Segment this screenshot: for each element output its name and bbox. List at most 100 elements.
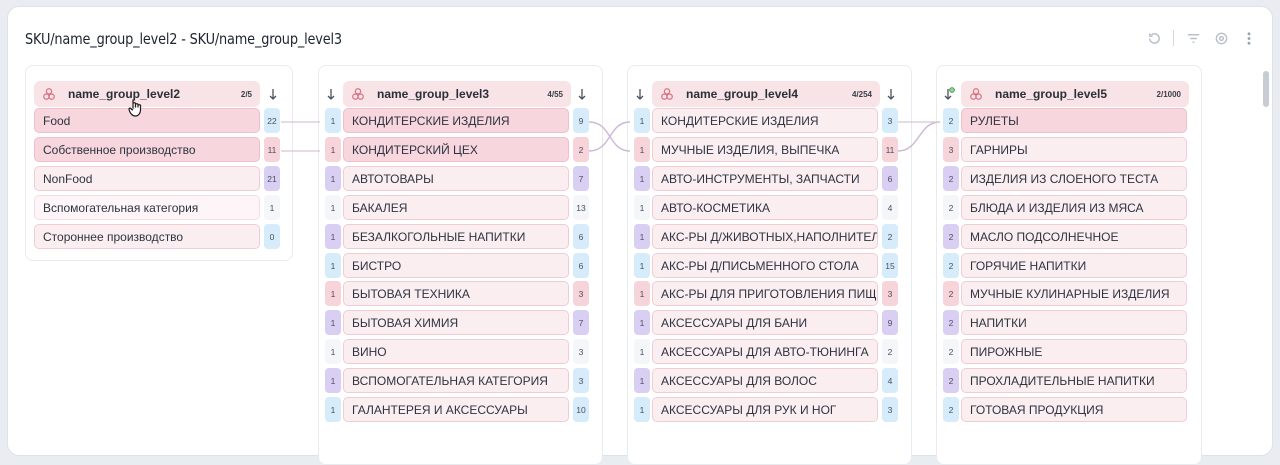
row-left-count: 1 bbox=[634, 310, 650, 335]
category-row[interactable]: ИЗДЕЛИЯ ИЗ СЛОЕНОГО ТЕСТА bbox=[961, 166, 1187, 191]
category-row[interactable]: АКСЕССУАРЫ ДЛЯ РУК И НОГ bbox=[652, 397, 878, 422]
category-row[interactable]: МУЧНЫЕ КУЛИНАРНЫЕ ИЗДЕЛИЯ bbox=[961, 281, 1187, 306]
category-row[interactable]: АКС-РЫ Д/ПИСЬМЕННОГО СТОЛА bbox=[652, 253, 878, 278]
category-label: АКСЕССУАРЫ ДЛЯ БАНИ bbox=[661, 315, 808, 330]
sort-left-icon[interactable] bbox=[941, 81, 957, 107]
category-label: АВТОТОВАРЫ bbox=[352, 171, 434, 186]
category-row[interactable]: КОНДИТЕРСКИЕ ИЗДЕЛИЯ bbox=[343, 108, 569, 133]
category-label: КОНДИТЕРСКИЕ ИЗДЕЛИЯ bbox=[352, 113, 510, 128]
category-row[interactable]: АВТОТОВАРЫ bbox=[343, 166, 569, 191]
column-header-count: 4/55 bbox=[547, 90, 563, 99]
category-row[interactable]: РУЛЕТЫ bbox=[961, 108, 1187, 133]
settings-icon[interactable] bbox=[1212, 29, 1230, 47]
category-label: БЛЮДА И ИЗДЕЛИЯ ИЗ МЯСА bbox=[970, 200, 1144, 215]
row-left-count: 1 bbox=[325, 166, 341, 191]
hierarchy-icon bbox=[969, 87, 983, 101]
row-count-badge: 13 bbox=[573, 195, 589, 220]
row-count-badge: 22 bbox=[264, 108, 280, 133]
vertical-scrollbar[interactable] bbox=[1263, 71, 1269, 107]
row-left-count: 2 bbox=[943, 195, 959, 220]
sort-right-icon[interactable] bbox=[883, 81, 899, 107]
row-count-badge: 3 bbox=[882, 281, 898, 306]
category-row[interactable]: БЛЮДА И ИЗДЕЛИЯ ИЗ МЯСА bbox=[961, 195, 1187, 220]
category-row[interactable]: АКСЕССУАРЫ ДЛЯ ВОЛОС bbox=[652, 368, 878, 393]
row-count-badge: 11 bbox=[264, 137, 280, 162]
category-label: БИСТРО bbox=[352, 258, 402, 273]
category-row[interactable]: NonFood bbox=[34, 166, 260, 191]
filter-icon[interactable] bbox=[1184, 29, 1202, 47]
category-label: МАСЛО ПОДСОЛНЕЧНОЕ bbox=[970, 229, 1119, 244]
category-row[interactable]: АВТО-ИНСТРУМЕНТЫ, ЗАПЧАСТИ bbox=[652, 166, 878, 191]
row-left-count: 2 bbox=[943, 253, 959, 278]
sort-right-icon[interactable] bbox=[574, 81, 590, 107]
category-row[interactable]: АКСЕССУАРЫ ДЛЯ АВТО-ТЮНИНГА bbox=[652, 339, 878, 364]
category-row[interactable]: АКС-РЫ ДЛЯ ПРИГОТОВЛЕНИЯ ПИЩ bbox=[652, 281, 878, 306]
category-row[interactable]: ГАЛАНТЕРЕЯ И АКСЕССУАРЫ bbox=[343, 397, 569, 422]
category-row[interactable]: КОНДИТЕРСКИЙ ЦЕХ bbox=[343, 137, 569, 162]
hierarchy-icon bbox=[42, 87, 56, 101]
category-row[interactable]: Food bbox=[34, 108, 260, 133]
category-row[interactable]: АКСЕССУАРЫ ДЛЯ БАНИ bbox=[652, 310, 878, 335]
row-left-count: 1 bbox=[325, 108, 341, 133]
row-left-count: 1 bbox=[634, 195, 650, 220]
category-label: АВТО-КОСМЕТИКА bbox=[661, 200, 770, 215]
category-row[interactable]: ГОРЯЧИЕ НАПИТКИ bbox=[961, 253, 1187, 278]
category-row[interactable]: МУЧНЫЕ ИЗДЕЛИЯ, ВЫПЕЧКА bbox=[652, 137, 878, 162]
row-count-badge: 4 bbox=[882, 195, 898, 220]
category-row[interactable]: ВСПОМОГАТЕЛЬНАЯ КАТЕГОРИЯ bbox=[343, 368, 569, 393]
category-label: ГОТОВАЯ ПРОДУКЦИЯ bbox=[970, 402, 1104, 417]
category-label: АВТО-ИНСТРУМЕНТЫ, ЗАПЧАСТИ bbox=[661, 171, 860, 186]
column-header[interactable]: name_group_level4 4/254 bbox=[652, 81, 880, 107]
row-count-badge: 2 bbox=[882, 339, 898, 364]
column-header[interactable]: name_group_level2 2/5 bbox=[34, 81, 260, 107]
category-label: БЕЗАЛКОГОЛЬНЫЕ НАПИТКИ bbox=[352, 229, 526, 244]
column-header[interactable]: name_group_level5 2/1000 bbox=[961, 81, 1189, 107]
category-label: ГАЛАНТЕРЕЯ И АКСЕССУАРЫ bbox=[352, 402, 528, 417]
column-header-name: name_group_level3 bbox=[377, 87, 490, 101]
category-row[interactable]: БИСТРО bbox=[343, 253, 569, 278]
category-label: КОНДИТЕРСКИЙ ЦЕХ bbox=[352, 142, 478, 157]
row-left-count: 1 bbox=[634, 368, 650, 393]
category-row[interactable]: БЫТОВАЯ ХИМИЯ bbox=[343, 310, 569, 335]
category-row[interactable]: ВИНО bbox=[343, 339, 569, 364]
sort-left-icon[interactable] bbox=[323, 81, 339, 107]
category-row[interactable]: МАСЛО ПОДСОЛНЕЧНОЕ bbox=[961, 224, 1187, 249]
category-row[interactable]: ПРОХЛАДИТЕЛЬНЫЕ НАПИТКИ bbox=[961, 368, 1187, 393]
row-count-badge: 2 bbox=[573, 137, 589, 162]
category-row[interactable]: ГОТОВАЯ ПРОДУКЦИЯ bbox=[961, 397, 1187, 422]
category-row[interactable]: Вспомогательная категория bbox=[34, 195, 260, 220]
sort-right-icon[interactable] bbox=[265, 81, 281, 107]
category-label: Вспомогательная категория bbox=[43, 200, 199, 215]
category-label: АКС-РЫ Д/ЖИВОТНЫХ,НАПОЛНИТЕЛ bbox=[661, 229, 877, 244]
category-row[interactable]: ГАРНИРЫ bbox=[961, 137, 1187, 162]
category-row[interactable]: ПИРОЖНЫЕ bbox=[961, 339, 1187, 364]
category-row[interactable]: АВТО-КОСМЕТИКА bbox=[652, 195, 878, 220]
row-left-count: 1 bbox=[325, 368, 341, 393]
sort-left-icon[interactable] bbox=[632, 81, 648, 107]
row-left-count: 1 bbox=[325, 253, 341, 278]
toolbar-separator bbox=[1173, 30, 1174, 46]
row-left-count: 2 bbox=[943, 108, 959, 133]
row-left-count: 1 bbox=[325, 195, 341, 220]
row-count-badge: 7 bbox=[573, 166, 589, 191]
category-row[interactable]: НАПИТКИ bbox=[961, 310, 1187, 335]
category-row[interactable]: БЫТОВАЯ ТЕХНИКА bbox=[343, 281, 569, 306]
row-count-badge: 3 bbox=[573, 339, 589, 364]
category-label: АКС-РЫ Д/ПИСЬМЕННОГО СТОЛА bbox=[661, 258, 859, 273]
category-row[interactable]: АКС-РЫ Д/ЖИВОТНЫХ,НАПОЛНИТЕЛ bbox=[652, 224, 878, 249]
row-count-badge: 3 bbox=[573, 281, 589, 306]
more-vertical-icon[interactable] bbox=[1240, 29, 1258, 47]
row-left-count: 1 bbox=[325, 339, 341, 364]
category-row[interactable]: БЕЗАЛКОГОЛЬНЫЕ НАПИТКИ bbox=[343, 224, 569, 249]
category-row[interactable]: БАКАЛЕЯ bbox=[343, 195, 569, 220]
category-row[interactable]: Собственное производство bbox=[34, 137, 260, 162]
category-row[interactable]: Стороннее производство bbox=[34, 224, 260, 249]
category-row[interactable]: КОНДИТЕРСКИЕ ИЗДЕЛИЯ bbox=[652, 108, 878, 133]
row-left-count: 2 bbox=[943, 310, 959, 335]
category-label: Стороннее производство bbox=[43, 229, 184, 244]
row-left-count: 1 bbox=[634, 339, 650, 364]
row-count-badge: 2 bbox=[882, 224, 898, 249]
column-header[interactable]: name_group_level3 4/55 bbox=[343, 81, 571, 107]
category-label: ВСПОМОГАТЕЛЬНАЯ КАТЕГОРИЯ bbox=[352, 373, 548, 388]
refresh-icon[interactable] bbox=[1145, 29, 1163, 47]
